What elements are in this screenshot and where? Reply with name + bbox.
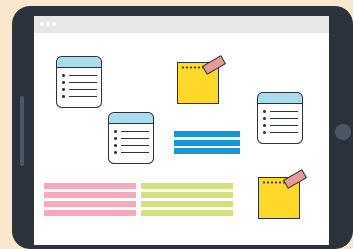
bullet-icon (62, 81, 65, 84)
window-title-bar (34, 16, 329, 33)
pink-bar (44, 192, 136, 198)
checklist-note[interactable] (56, 56, 102, 108)
tablet-home-button[interactable] (335, 124, 351, 140)
note-header (109, 113, 153, 124)
green-bar (141, 201, 233, 207)
window-dot-icon[interactable] (52, 22, 56, 26)
bullet-icon (114, 130, 117, 133)
blue-bar (174, 140, 240, 146)
window-dot-icon[interactable] (40, 22, 44, 26)
window-dot-icon[interactable] (46, 22, 50, 26)
pink-bar (44, 201, 136, 207)
note-header (57, 57, 101, 68)
bullet-icon (263, 131, 266, 134)
pink-bar (44, 183, 136, 189)
green-bar (141, 192, 233, 198)
bullet-icon (114, 151, 117, 154)
tablet-side-bar (20, 96, 24, 166)
bullet-icon (263, 117, 266, 120)
tablet-screen (34, 16, 329, 245)
bullet-icon (62, 95, 65, 98)
checklist-note[interactable] (257, 92, 303, 144)
pink-bar (44, 210, 136, 216)
blue-bar (174, 131, 240, 137)
bullet-icon (114, 144, 117, 147)
blue-bar (174, 148, 240, 154)
bullet-icon (62, 88, 65, 91)
bullet-icon (263, 110, 266, 113)
bullet-icon (114, 137, 117, 140)
green-bar (141, 183, 233, 189)
checklist-note[interactable] (108, 112, 154, 164)
green-bar (141, 210, 233, 216)
note-header (258, 93, 302, 104)
bullet-icon (263, 124, 266, 127)
bullet-icon (62, 74, 65, 77)
